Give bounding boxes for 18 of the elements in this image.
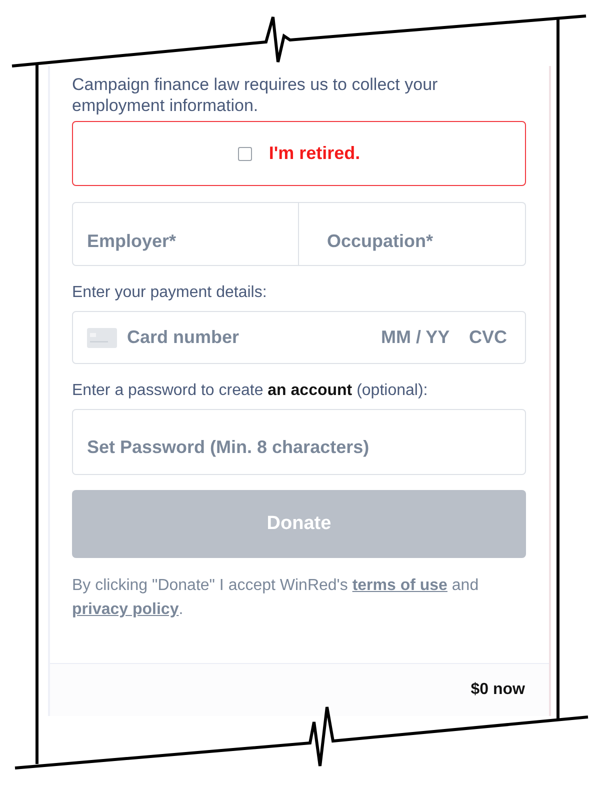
checkbox[interactable]: [238, 146, 252, 160]
terms-link[interactable]: terms of use: [352, 577, 448, 594]
retired-option[interactable]: I'm retired.: [72, 121, 526, 186]
card-number-input[interactable]: Card number: [127, 327, 381, 348]
privacy-link[interactable]: privacy policy: [72, 601, 179, 618]
password-label: Enter a password to create an account (optional):: [72, 382, 429, 400]
expiry-input[interactable]: MM / YY: [381, 327, 461, 348]
card-field[interactable]: Card number MM / YY CVC: [72, 311, 526, 364]
credit-card-icon: [87, 328, 117, 348]
notice-text: Campaign finance law requires us to collect your employment information.: [72, 74, 439, 116]
occupation-field[interactable]: Occupation*: [299, 202, 526, 266]
total-amount: $0 now: [470, 681, 525, 699]
legal-text: By clicking "Donate" I accept WinRed's terms of use and privacy policy.: [72, 576, 480, 620]
payment-label: Enter your payment details:: [72, 284, 268, 302]
employer-field[interactable]: Employer*: [72, 202, 299, 266]
password-field[interactable]: Set Password (Min. 8 characters): [72, 409, 526, 475]
cvc-input[interactable]: CVC: [469, 327, 513, 348]
retired-label: I'm retired.: [268, 143, 360, 164]
